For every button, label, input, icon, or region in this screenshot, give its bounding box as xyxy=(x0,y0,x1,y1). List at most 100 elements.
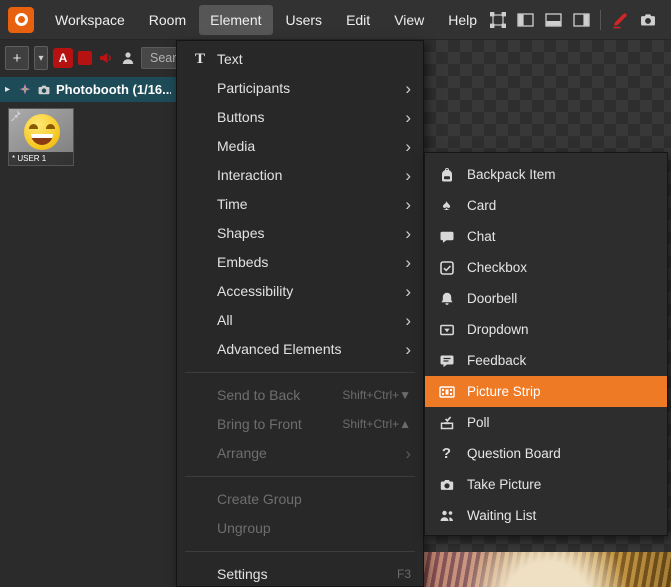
submenu-item-take-picture[interactable]: Take Picture xyxy=(425,469,667,500)
red-a-icon[interactable]: A xyxy=(53,48,73,68)
menu-item-label: Time xyxy=(217,196,248,212)
app-window: Workspace Room Element Users Edit View H… xyxy=(0,0,671,587)
submenu-item-picture-strip[interactable]: Picture Strip xyxy=(425,376,667,407)
menu-item-participants[interactable]: Participants › xyxy=(177,74,423,103)
submenu-item-poll[interactable]: Poll xyxy=(425,407,667,438)
person-icon[interactable] xyxy=(120,50,136,66)
red-square-icon[interactable] xyxy=(78,51,92,65)
menu-edit[interactable]: Edit xyxy=(335,5,381,35)
chevron-right-icon: › xyxy=(405,108,411,127)
menu-item-label: Buttons xyxy=(217,109,265,125)
interaction-submenu: Backpack Item ♠ Card Chat Checkbox Doorb… xyxy=(424,152,668,536)
annotate-pencil-icon[interactable] xyxy=(610,10,629,29)
menu-item-text[interactable]: T Text xyxy=(177,45,423,74)
menu-item-time[interactable]: Time › xyxy=(177,190,423,219)
chevron-right-icon: › xyxy=(405,444,411,463)
emoji-mouth xyxy=(31,134,53,145)
menu-users[interactable]: Users xyxy=(275,5,334,35)
menu-item-label: Arrange xyxy=(217,445,267,461)
submenu-item-label: Dropdown xyxy=(467,322,529,337)
dropdown-icon xyxy=(438,321,455,338)
menu-item-embeds[interactable]: Embeds › xyxy=(177,248,423,277)
menubar-icon-group xyxy=(488,9,671,30)
submenu-item-waiting-list[interactable]: Waiting List xyxy=(425,500,667,531)
chevron-right-icon: › xyxy=(405,224,411,243)
menu-item-create-group[interactable]: Create Group xyxy=(177,485,423,514)
poll-icon xyxy=(438,414,455,431)
pushpin-icon[interactable] xyxy=(9,109,22,122)
menu-shortcut: Shift+Ctrl+▼ xyxy=(342,388,411,402)
play-icon[interactable] xyxy=(666,10,671,29)
menubar-menus: Workspace Room Element Users Edit View H… xyxy=(44,4,488,35)
backpack-icon xyxy=(438,166,455,183)
panel-bottom-icon[interactable] xyxy=(544,10,563,29)
submenu-item-checkbox[interactable]: Checkbox xyxy=(425,252,667,283)
megaphone-icon[interactable] xyxy=(97,50,115,66)
menu-item-ungroup[interactable]: Ungroup xyxy=(177,514,423,543)
submenu-item-chat[interactable]: Chat xyxy=(425,221,667,252)
menu-workspace[interactable]: Workspace xyxy=(44,5,136,35)
picture-strip-icon xyxy=(438,383,455,400)
menu-item-arrange[interactable]: Arrange › xyxy=(177,439,423,468)
app-logo-icon xyxy=(8,6,34,33)
chevron-right-icon: › xyxy=(405,166,411,185)
emoji-eye xyxy=(29,124,38,129)
submenu-item-backpack-item[interactable]: Backpack Item xyxy=(425,159,667,190)
menu-item-media[interactable]: Media › xyxy=(177,132,423,161)
menu-item-buttons[interactable]: Buttons › xyxy=(177,103,423,132)
menu-element[interactable]: Element xyxy=(199,4,273,35)
submenu-item-question-board[interactable]: ? Question Board xyxy=(425,438,667,469)
expand-arrow-icon[interactable]: ▸ xyxy=(5,84,13,95)
transform-select-icon[interactable] xyxy=(488,10,507,29)
menu-item-advanced-elements[interactable]: Advanced Elements › xyxy=(177,335,423,364)
submenu-item-doorbell[interactable]: Doorbell xyxy=(425,283,667,314)
photobooth-background-image[interactable] xyxy=(424,552,671,587)
panel-right-icon[interactable] xyxy=(572,10,591,29)
menu-item-all[interactable]: All › xyxy=(177,306,423,335)
chat-icon xyxy=(438,228,455,245)
checkbox-icon xyxy=(438,259,455,276)
menu-view[interactable]: View xyxy=(383,5,435,35)
menu-item-send-to-back[interactable]: Send to Back Shift+Ctrl+▼ xyxy=(177,381,423,410)
submenu-item-label: Card xyxy=(467,198,497,213)
text-icon: T xyxy=(194,51,205,67)
menu-item-label: Create Group xyxy=(217,491,302,507)
panel-left-icon[interactable] xyxy=(516,10,535,29)
menu-item-label: Shapes xyxy=(217,225,265,241)
element-menu: T Text Participants › Buttons › Media › … xyxy=(176,40,424,587)
menubar-divider xyxy=(600,9,602,30)
menu-item-interaction[interactable]: Interaction › xyxy=(177,161,423,190)
add-element-caret-button[interactable]: ▾ xyxy=(34,46,48,70)
chevron-right-icon: › xyxy=(405,79,411,98)
question-mark-icon: ? xyxy=(441,445,452,462)
menu-item-label: Accessibility xyxy=(217,283,294,299)
menu-item-settings[interactable]: Settings F3 xyxy=(177,560,423,587)
menu-item-label: Media xyxy=(217,138,256,154)
submenu-item-dropdown[interactable]: Dropdown xyxy=(425,314,667,345)
submenu-item-label: Picture Strip xyxy=(467,384,541,399)
emoji-teeth xyxy=(31,134,53,138)
submenu-item-label: Checkbox xyxy=(467,260,528,275)
chevron-right-icon: › xyxy=(405,195,411,214)
feedback-icon xyxy=(438,352,455,369)
chevron-right-icon: › xyxy=(405,137,411,156)
menu-item-label: Text xyxy=(217,51,243,67)
add-element-button[interactable]: + xyxy=(5,46,29,70)
submenu-item-feedback[interactable]: Feedback xyxy=(425,345,667,376)
menu-item-accessibility[interactable]: Accessibility › xyxy=(177,277,423,306)
submenu-item-card[interactable]: ♠ Card xyxy=(425,190,667,221)
menu-separator xyxy=(185,551,415,552)
room-tree-row[interactable]: ▸ Photobooth (1/16... xyxy=(0,77,176,102)
menu-room[interactable]: Room xyxy=(138,5,197,35)
doorbell-icon xyxy=(438,290,455,307)
menu-item-label: Settings xyxy=(217,566,268,582)
menu-item-shapes[interactable]: Shapes › xyxy=(177,219,423,248)
menu-item-bring-to-front[interactable]: Bring to Front Shift+Ctrl+▲ xyxy=(177,410,423,439)
menu-separator xyxy=(185,476,415,477)
snapshot-camera-icon[interactable] xyxy=(638,10,657,29)
submenu-item-label: Chat xyxy=(467,229,496,244)
menu-help[interactable]: Help xyxy=(437,5,488,35)
chevron-right-icon: › xyxy=(405,340,411,359)
user-thumbnail[interactable]: * USER 1 xyxy=(8,108,74,166)
menu-item-label: Embeds xyxy=(217,254,269,270)
